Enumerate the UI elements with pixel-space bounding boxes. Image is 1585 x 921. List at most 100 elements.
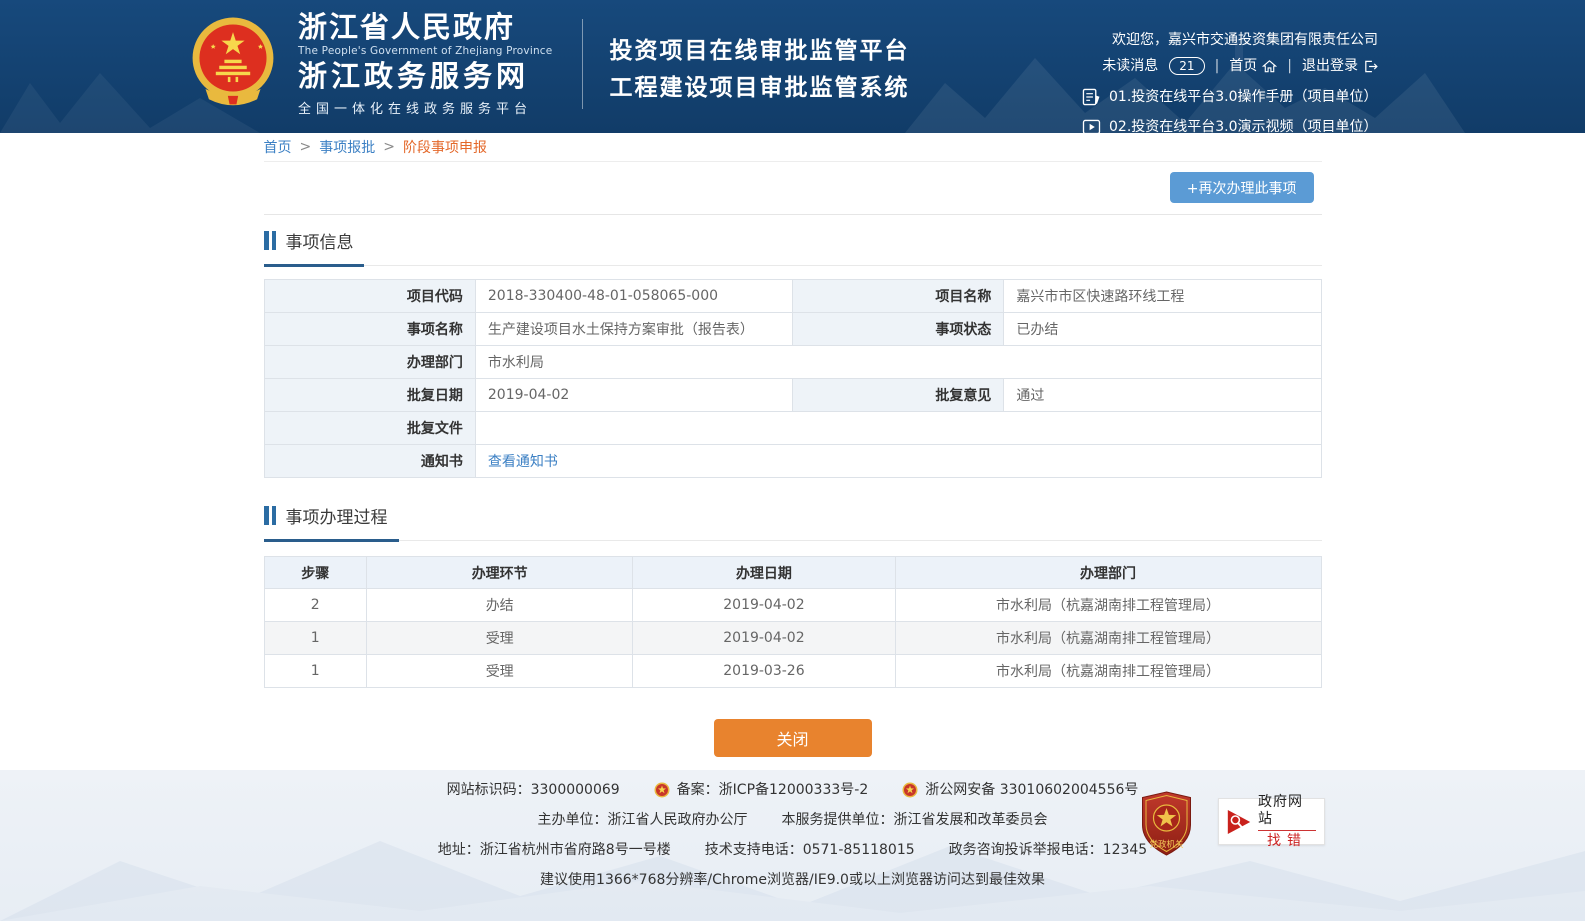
info-value: 通过 (1004, 379, 1321, 412)
home-link-label: 首页 (1229, 56, 1257, 76)
unread-count-badge: 21 (1169, 57, 1204, 75)
header-divider (582, 19, 583, 109)
info-label: 批复文件 (264, 412, 475, 445)
breadcrumb: 首页 > 事项报批 > 阶段事项申报 (264, 133, 1322, 162)
breadcrumb-separator: > (300, 139, 312, 155)
footer-row-1: 网站标识码：3300000069 备案：浙ICP备12000333号-2 浙公网… (0, 775, 1585, 805)
item-info-title: 事项信息 (286, 228, 354, 253)
footer-row-4: 建议使用1366*768分辨率/Chrome浏览器/IE9.0或以上浏览器访问达… (0, 865, 1585, 895)
icp-link[interactable]: 备案：浙ICP备12000333号-2 (677, 775, 869, 805)
emblem-badge-icon (654, 782, 670, 798)
info-label: 项目代码 (264, 280, 475, 313)
info-label: 办理部门 (264, 346, 475, 379)
section-bars-icon (264, 506, 276, 525)
column-header: 办理环节 (367, 557, 633, 589)
table-row: 2 办结 2019-04-02 市水利局（杭嘉湖南排工程管理局） (264, 589, 1321, 622)
manual-link-label: 01.投资在线平台3.0操作手册（项目单位） (1109, 88, 1378, 106)
site-footer: 网站标识码：3300000069 备案：浙ICP备12000333号-2 浙公网… (0, 770, 1585, 921)
cell-link: 受理 (367, 622, 633, 655)
cell-step: 1 (264, 622, 367, 655)
home-link[interactable]: 首页 (1229, 56, 1277, 76)
logout-icon (1363, 59, 1378, 74)
close-button-wrap: 关闭 (264, 719, 1322, 757)
close-button[interactable]: 关闭 (714, 719, 872, 757)
view-notice-link[interactable]: 查看通知书 (488, 454, 558, 470)
welcome-text: 欢迎您，嘉兴市交通投资集团有限责任公司 (1112, 30, 1378, 50)
cell-dept: 市水利局（杭嘉湖南排工程管理局） (895, 655, 1321, 688)
party-badge-label: 党政机关 (1149, 839, 1184, 850)
gov-subtitle: The People's Government of Zhejiang Prov… (298, 45, 552, 57)
footer-row-2: 主办单位：浙江省人民政府办公厅 本服务提供单位：浙江省发展和改革委员会 (0, 805, 1585, 835)
table-row: 办理部门 市水利局 (264, 346, 1321, 379)
error-badge-rule (1258, 830, 1316, 831)
cell-dept: 市水利局（杭嘉湖南排工程管理局） (895, 622, 1321, 655)
footer-row-3: 地址：浙江省杭州市省府路8号一号楼 技术支持电话：0571-85118015 政… (0, 835, 1585, 865)
party-gov-shield-badge[interactable]: 党政机关 (1140, 791, 1193, 856)
breadcrumb-level2-link[interactable]: 事项报批 (319, 137, 375, 157)
tech-support-phone: 技术支持电话：0571-85118015 (705, 835, 915, 865)
platform-title-block: 投资项目在线审批监管平台 工程建设项目审批监管系统 (609, 21, 909, 107)
logout-link[interactable]: 退出登录 (1302, 56, 1378, 76)
footer-lines: 网站标识码：3300000069 备案：浙ICP备12000333号-2 浙公网… (0, 770, 1585, 895)
website-error-report-badge[interactable]: 政府网站 找错 (1218, 798, 1325, 845)
process-section: 事项办理过程 步骤 办理环节 办理日期 办理部门 2 办结 2019-04-02 (264, 503, 1322, 688)
emblem-badge-icon (902, 782, 918, 798)
breadcrumb-separator: > (383, 139, 395, 155)
breadcrumb-home-link[interactable]: 首页 (264, 137, 292, 157)
item-info-table: 项目代码 2018-330400-48-01-058065-000 项目名称 嘉… (264, 279, 1322, 478)
info-value: 嘉兴市市区快速路环线工程 (1004, 280, 1321, 313)
site-header: 浙江省人民政府 The People's Government of Zheji… (0, 0, 1585, 133)
logout-link-label: 退出登录 (1302, 56, 1358, 76)
table-header-row: 步骤 办理环节 办理日期 办理部门 (264, 557, 1321, 589)
info-value: 市水利局 (475, 346, 1321, 379)
complaint-phone: 政务咨询投诉举报电话：12345 (949, 835, 1148, 865)
table-row: 事项名称 生产建设项目水土保持方案审批（报告表） 事项状态 已办结 (264, 313, 1321, 346)
info-label: 批复日期 (264, 379, 475, 412)
reapply-button[interactable]: +再次办理此事项 (1170, 172, 1314, 203)
session-links: 未读消息 21 | 首页 | 退出登录 (1102, 56, 1378, 76)
unread-messages-link[interactable]: 未读消息 21 (1102, 56, 1204, 76)
cell-date: 2019-04-02 (633, 589, 895, 622)
page: 浙江省人民政府 The People's Government of Zheji… (0, 0, 1585, 921)
column-header: 办理日期 (633, 557, 895, 589)
cell-dept: 市水利局（杭嘉湖南排工程管理局） (895, 589, 1321, 622)
info-label: 通知书 (264, 445, 475, 478)
cell-step: 1 (264, 655, 367, 688)
organizer: 主办单位：浙江省人民政府办公厅 (538, 805, 748, 835)
cell-link: 办结 (367, 589, 633, 622)
table-row: 项目代码 2018-330400-48-01-058065-000 项目名称 嘉… (264, 280, 1321, 313)
section-top-rule (264, 214, 1322, 215)
info-label: 项目名称 (792, 280, 1003, 313)
home-icon (1262, 59, 1277, 74)
security-link[interactable]: 浙公网安备 33010602004556号 (925, 775, 1138, 805)
section-bars-icon (264, 231, 276, 250)
gov-title: 浙江省人民政府 (298, 12, 552, 44)
table-row: 1 受理 2019-03-26 市水利局（杭嘉湖南排工程管理局） (264, 655, 1321, 688)
column-header: 步骤 (264, 557, 367, 589)
info-value: 查看通知书 (475, 445, 1321, 478)
error-finder-magnifier-icon (1227, 806, 1251, 838)
unread-label: 未读消息 (1102, 56, 1158, 76)
info-value: 已办结 (1004, 313, 1321, 346)
info-label: 批复意见 (792, 379, 1003, 412)
column-header: 办理部门 (895, 557, 1321, 589)
error-badge-line2: 找错 (1267, 833, 1307, 850)
info-label: 事项状态 (792, 313, 1003, 346)
platform-title-line1: 投资项目在线审批监管平台 (609, 33, 909, 70)
info-value: 生产建设项目水土保持方案审批（报告表） (475, 313, 792, 346)
national-emblem-logo (190, 16, 276, 112)
video-link[interactable]: 02.投资在线平台3.0演示视频（项目单位） (1082, 118, 1378, 133)
header-brand: 浙江省人民政府 The People's Government of Zheji… (190, 12, 909, 117)
security-record: 浙公网安备 33010602004556号 (902, 775, 1138, 805)
manual-link[interactable]: 01.投资在线平台3.0操作手册（项目单位） (1082, 88, 1378, 106)
item-info-section-head: 事项信息 (264, 228, 1322, 266)
table-row: 1 受理 2019-04-02 市水利局（杭嘉湖南排工程管理局） (264, 622, 1321, 655)
table-row: 批复日期 2019-04-02 批复意见 通过 (264, 379, 1321, 412)
icp-record: 备案：浙ICP备12000333号-2 (654, 775, 869, 805)
separator: | (1287, 56, 1292, 76)
error-badge-texts: 政府网站 找错 (1258, 794, 1316, 850)
table-row: 通知书 查看通知书 (264, 445, 1321, 478)
cell-step: 2 (264, 589, 367, 622)
process-table: 步骤 办理环节 办理日期 办理部门 2 办结 2019-04-02 市水利局（杭… (264, 556, 1322, 688)
manual-document-icon (1082, 88, 1101, 106)
